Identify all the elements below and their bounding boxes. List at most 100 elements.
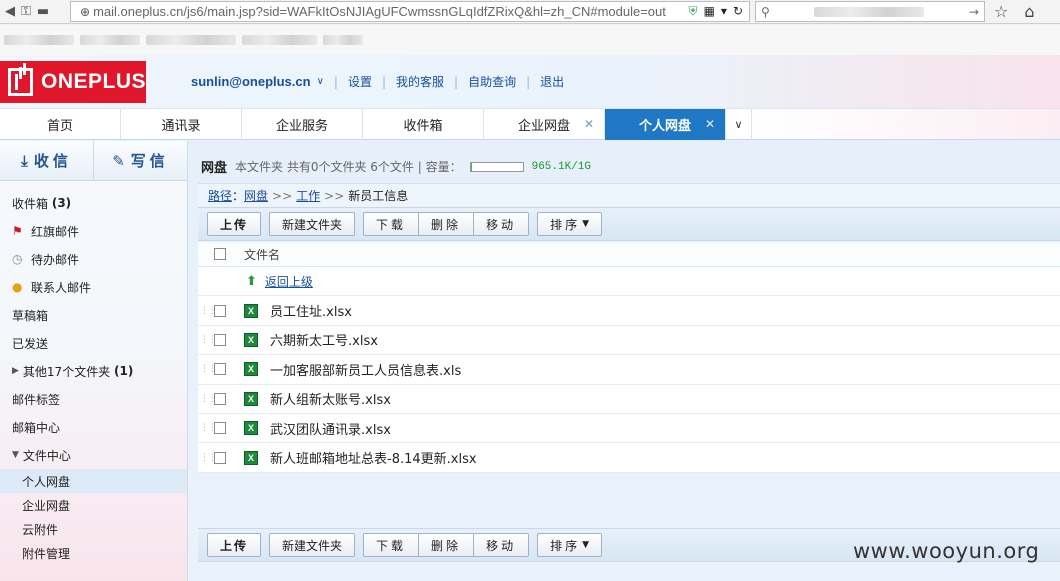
dropdown-icon[interactable]: ▾: [721, 4, 727, 19]
file-name[interactable]: 六期新太工号.xlsx: [270, 330, 378, 349]
close-icon[interactable]: ✕: [584, 117, 594, 131]
close-icon[interactable]: ✕: [705, 117, 715, 131]
sidebar-item-drafts[interactable]: 草稿箱: [0, 301, 187, 329]
upload-button[interactable]: 上传: [207, 212, 262, 236]
row-checkbox[interactable]: [214, 333, 226, 346]
back-link[interactable]: 返回上级: [265, 273, 313, 290]
blurred-bookmark[interactable]: [146, 35, 236, 45]
sidebar-item-other-folders[interactable]: ▶ 其他17个文件夹 (1): [0, 357, 187, 385]
self-service-link[interactable]: 自助查询: [468, 73, 516, 90]
compose-button[interactable]: ✎ 写信: [94, 141, 187, 180]
row-checkbox[interactable]: [214, 392, 226, 405]
sidebar-item-inbox[interactable]: 收件箱 (3): [0, 189, 187, 217]
drag-handle-icon[interactable]: ⋮⋮: [200, 306, 217, 316]
drag-handle-icon[interactable]: ⋮⋮: [200, 453, 217, 463]
sidebar-item-flagged[interactable]: ⚑ 红旗邮件: [0, 217, 187, 245]
refresh-icon[interactable]: ↻: [733, 4, 743, 19]
chevron-down-icon[interactable]: ∨: [317, 76, 324, 87]
sort-button[interactable]: 排序 ▼: [537, 212, 603, 236]
shield-icon[interactable]: ⛨: [689, 4, 698, 19]
new-folder-button[interactable]: 新建文件夹: [269, 533, 356, 557]
oneplus-mark-icon: [8, 63, 33, 96]
sidebar-item-attachment-management[interactable]: 附件管理: [0, 541, 187, 565]
breadcrumb-disk[interactable]: 网盘: [244, 187, 268, 204]
table-row[interactable]: ⋮⋮ X 员工住址.xlsx: [198, 296, 1060, 326]
sidebar-item-sent[interactable]: 已发送: [0, 329, 187, 357]
file-name[interactable]: 武汉团队通讯录.xlsx: [270, 419, 391, 438]
logout-link[interactable]: 退出: [540, 73, 564, 90]
file-name[interactable]: 员工住址.xlsx: [270, 301, 352, 320]
sidebar-item-tags[interactable]: 邮件标签: [0, 385, 187, 413]
drag-handle-icon[interactable]: ⋮⋮: [200, 335, 217, 345]
oneplus-logo[interactable]: ONEPLUS: [0, 61, 146, 103]
sidebar-item-mail-center[interactable]: 邮箱中心: [0, 413, 187, 441]
sidebar-item-enterprise-disk[interactable]: 企业网盘: [0, 493, 187, 517]
tab-enterprise-services[interactable]: 企业服务: [242, 109, 363, 140]
row-checkbox[interactable]: [214, 422, 226, 435]
forward-icon[interactable]: →: [969, 5, 979, 19]
breadcrumb-work[interactable]: 工作: [296, 187, 320, 204]
tab-home[interactable]: 首页: [0, 109, 121, 140]
row-checkbox[interactable]: [214, 363, 226, 376]
sidebar-item-file-center[interactable]: ▼ 文件中心: [0, 441, 187, 469]
browser-toolbar: ◀ ⚿ ▬ ⊕ mail.oneplus.cn/js6/main.jsp?sid…: [0, 0, 1060, 24]
download-button[interactable]: 下载: [363, 212, 419, 236]
delete-button[interactable]: 删除: [418, 533, 474, 557]
upload-button[interactable]: 上传: [207, 533, 262, 557]
blurred-bookmark[interactable]: [323, 35, 363, 45]
sidebar-item-contact-mail[interactable]: ● 联系人邮件: [0, 273, 187, 301]
person-icon: ●: [12, 280, 23, 294]
drag-handle-icon[interactable]: ⋮⋮: [200, 364, 217, 374]
table-row[interactable]: ⋮⋮ X 新人班邮箱地址总表-8.14更新.xlsx: [198, 443, 1060, 473]
sidebar-item-label: 收件箱: [12, 196, 49, 211]
blurred-bookmark[interactable]: [4, 35, 74, 45]
expand-icon[interactable]: ▶: [12, 366, 19, 376]
tab-label: 首页: [46, 119, 73, 134]
drag-handle-icon[interactable]: ⋮⋮: [200, 394, 217, 404]
column-name[interactable]: 文件名: [244, 246, 280, 263]
file-name[interactable]: 新人组新太账号.xlsx: [270, 389, 391, 408]
table-row[interactable]: ⋮⋮ X 六期新太工号.xlsx: [198, 326, 1060, 356]
move-button[interactable]: 移动: [473, 212, 530, 236]
star-icon[interactable]: ☆: [994, 2, 1008, 21]
sidebar-item-cloud-attachments[interactable]: 云附件: [0, 517, 187, 541]
delete-button[interactable]: 删除: [418, 212, 474, 236]
back-icon[interactable]: ◀: [2, 4, 18, 19]
row-checkbox[interactable]: [214, 304, 226, 317]
new-folder-button[interactable]: 新建文件夹: [269, 212, 356, 236]
table-row[interactable]: ⋮⋮ X 武汉团队通讯录.xlsx: [198, 414, 1060, 444]
tab-overflow-button[interactable]: ∨: [726, 109, 752, 140]
url-text[interactable]: mail.oneplus.cn/js6/main.jsp?sid=WAFkItO…: [93, 4, 688, 19]
tab-enterprise-disk[interactable]: 企业网盘 ✕: [484, 109, 605, 140]
settings-link[interactable]: 设置: [348, 73, 372, 90]
tab-personal-disk[interactable]: 个人网盘 ✕: [605, 109, 726, 140]
collapse-icon[interactable]: ▼: [12, 450, 19, 460]
drag-handle-icon[interactable]: ⋮⋮: [200, 423, 217, 433]
user-email[interactable]: sunlin@oneplus.cn: [191, 74, 311, 89]
sidebar-item-todo[interactable]: ◷ 待办邮件: [0, 245, 187, 273]
qr-icon[interactable]: ▦: [704, 4, 715, 19]
table-row[interactable]: ⋮⋮ X 一加客服部新员工人员信息表.xls: [198, 355, 1060, 385]
file-name[interactable]: 一加客服部新员工人员信息表.xls: [270, 360, 461, 379]
sort-button[interactable]: 排序 ▼: [537, 533, 603, 557]
tab-inbox[interactable]: 收件箱: [363, 109, 484, 140]
search-box[interactable]: ⚲ →: [755, 1, 985, 22]
file-name[interactable]: 新人班邮箱地址总表-8.14更新.xlsx: [270, 448, 477, 467]
search-icon: ⚲: [761, 4, 770, 19]
breadcrumb-path-label[interactable]: 路径: [208, 187, 232, 204]
table-row[interactable]: ⋮⋮ X 新人组新太账号.xlsx: [198, 385, 1060, 414]
move-button[interactable]: 移动: [473, 533, 530, 557]
sidebar-item-label: 邮箱中心: [12, 420, 61, 435]
row-checkbox[interactable]: [214, 451, 226, 464]
address-bar[interactable]: ⊕ mail.oneplus.cn/js6/main.jsp?sid=WAFkI…: [70, 1, 750, 22]
user-bar: sunlin@oneplus.cn ∨ | 设置 | 我的客服 | 自助查询 |…: [191, 73, 565, 90]
blurred-bookmark[interactable]: [80, 35, 140, 45]
blurred-bookmark[interactable]: [242, 35, 317, 45]
home-icon[interactable]: ⌂: [1024, 2, 1034, 21]
select-all-checkbox[interactable]: [214, 248, 226, 260]
download-button[interactable]: 下载: [363, 533, 419, 557]
sidebar-item-personal-disk[interactable]: 个人网盘: [0, 469, 187, 493]
support-link[interactable]: 我的客服: [396, 73, 444, 90]
tab-contacts[interactable]: 通讯录: [121, 109, 242, 140]
receive-button[interactable]: ⤓ 收信: [0, 141, 94, 180]
